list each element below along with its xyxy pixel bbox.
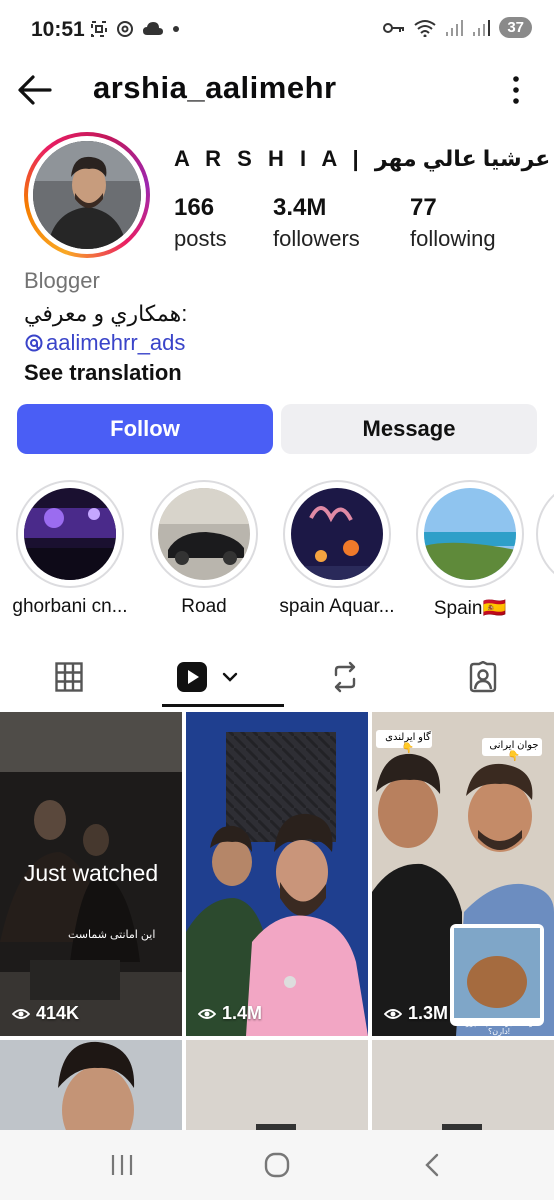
view-count: 414K bbox=[36, 1003, 80, 1023]
threads-icon bbox=[25, 334, 43, 352]
stat-following[interactable]: 77 following bbox=[410, 193, 496, 255]
screenshot-icon bbox=[91, 21, 107, 37]
tab-reposts[interactable] bbox=[276, 646, 414, 708]
cloud-icon bbox=[143, 22, 163, 35]
highlight-cover bbox=[291, 488, 383, 580]
recent-apps-button[interactable] bbox=[102, 1150, 142, 1180]
tab-posts[interactable] bbox=[0, 646, 138, 708]
system-nav-bar bbox=[0, 1130, 554, 1200]
highlight-label: Road bbox=[181, 596, 227, 617]
reel-thumbnail[interactable]: 1.4M bbox=[186, 712, 368, 1036]
repost-icon bbox=[334, 661, 356, 693]
avatar bbox=[33, 141, 141, 249]
reel-thumbnail[interactable] bbox=[0, 1040, 182, 1130]
profile-header: arshia_aalimehr bbox=[0, 62, 554, 118]
reel-image bbox=[0, 1040, 182, 1130]
tab-tagged[interactable] bbox=[414, 646, 552, 708]
highlight-cover bbox=[424, 488, 516, 580]
reel-view-count: 414K bbox=[12, 1003, 79, 1024]
see-translation-link[interactable]: See translation bbox=[24, 360, 182, 386]
stat-followers-label: followers bbox=[273, 226, 360, 251]
home-button[interactable] bbox=[257, 1150, 297, 1180]
highlight-item-partial[interactable] bbox=[536, 480, 554, 588]
profile-username: arshia_aalimehr bbox=[93, 70, 337, 105]
reel-image bbox=[186, 712, 368, 1036]
reel-caption-right: جوان ایرانی👇 bbox=[489, 740, 539, 762]
view-count: 1.3M bbox=[408, 1003, 449, 1023]
eye-icon bbox=[12, 1008, 30, 1019]
highlight-label: spain Aquar... bbox=[279, 596, 395, 617]
reel-caption: این امانتی شماست bbox=[68, 929, 156, 941]
reel-thumbnail[interactable]: Just watched این امانتی شماست 414K bbox=[0, 712, 182, 1036]
highlight-item[interactable]: ghorbani cn... bbox=[3, 480, 137, 618]
stat-following-value: 77 bbox=[410, 194, 437, 221]
stat-following-label: following bbox=[410, 226, 496, 251]
stat-posts[interactable]: 166 posts bbox=[174, 193, 227, 255]
status-bar: 10:51 37 bbox=[0, 0, 554, 60]
reel-view-count: 1.4M bbox=[198, 1003, 262, 1024]
status-time: 10:51 bbox=[31, 18, 85, 41]
reel-thumbnail[interactable]: گاو ایرلندی👇 جوان ایرانی👇 گاوهای ایرلندی… bbox=[372, 712, 554, 1036]
eye-icon bbox=[384, 1008, 402, 1019]
reel-caption-left: گاو ایرلندی👇 bbox=[385, 732, 431, 754]
follow-button[interactable]: Follow bbox=[17, 404, 273, 454]
reels-icon bbox=[177, 662, 207, 692]
status-right-icons: 37 bbox=[383, 17, 532, 38]
profile-display-name: A R S H I A | عرشيا عالي مهر bbox=[174, 146, 551, 171]
reel-thumbnail[interactable] bbox=[186, 1040, 368, 1130]
just-watched-overlay: Just watched bbox=[23, 860, 159, 886]
key-icon bbox=[383, 22, 405, 33]
threads-handle: aalimehrr_ads bbox=[46, 330, 186, 355]
eye-icon bbox=[198, 1008, 216, 1019]
view-count: 1.4M bbox=[222, 1003, 263, 1023]
signal-icon bbox=[446, 19, 464, 36]
profile-category: Blogger bbox=[24, 268, 100, 293]
recent-apps-icon bbox=[111, 1155, 133, 1175]
dot-icon bbox=[173, 26, 179, 32]
stat-followers[interactable]: 3.4M followers bbox=[273, 193, 360, 255]
stat-followers-value: 3.4M bbox=[273, 194, 327, 221]
story-highlights: ghorbani cn... Road spain Aquar... Spain… bbox=[0, 480, 554, 620]
reel-thumbnail[interactable] bbox=[372, 1040, 554, 1130]
highlight-cover bbox=[158, 488, 250, 580]
highlight-item[interactable]: Road bbox=[137, 480, 271, 618]
reel-caption-bottom: گاوهای ایرلندی پاسپورت دارن؟! bbox=[458, 1018, 540, 1036]
tab-reels[interactable] bbox=[138, 646, 276, 708]
profile-tabs bbox=[0, 646, 554, 708]
reel-view-count: 1.3M bbox=[384, 1003, 448, 1024]
more-vertical-icon[interactable] bbox=[511, 74, 521, 106]
battery-indicator: 37 bbox=[499, 17, 532, 38]
active-tab-indicator bbox=[162, 704, 284, 707]
stat-posts-value: 166 bbox=[174, 194, 215, 221]
tagged-icon bbox=[469, 661, 497, 693]
highlight-item[interactable]: Spain🇪🇸 bbox=[403, 480, 537, 620]
highlight-item[interactable]: spain Aquar... bbox=[270, 480, 404, 618]
wifi-icon bbox=[414, 19, 436, 37]
avatar-story-ring[interactable] bbox=[24, 132, 150, 258]
highlight-cover bbox=[24, 488, 116, 580]
threads-link[interactable]: aalimehrr_ads bbox=[24, 330, 185, 356]
signal-icon bbox=[473, 19, 491, 36]
chevron-down-icon bbox=[222, 672, 238, 682]
stat-posts-label: posts bbox=[174, 226, 227, 251]
back-icon bbox=[425, 1153, 439, 1177]
profile-bio: همكاري و معرفي: bbox=[24, 301, 188, 326]
home-icon bbox=[264, 1152, 290, 1178]
message-button[interactable]: Message bbox=[281, 404, 537, 454]
threads-icon bbox=[117, 21, 133, 37]
status-left-icons bbox=[90, 20, 180, 38]
avatar-photo bbox=[33, 141, 141, 249]
arrow-left-icon[interactable] bbox=[16, 72, 54, 108]
highlight-label: ghorbani cn... bbox=[12, 596, 128, 617]
reel-image bbox=[186, 1040, 368, 1130]
system-back-button[interactable] bbox=[412, 1150, 452, 1180]
highlight-label: Spain🇪🇸 bbox=[433, 598, 507, 619]
grid-icon bbox=[55, 662, 83, 692]
reel-image bbox=[372, 1040, 554, 1130]
